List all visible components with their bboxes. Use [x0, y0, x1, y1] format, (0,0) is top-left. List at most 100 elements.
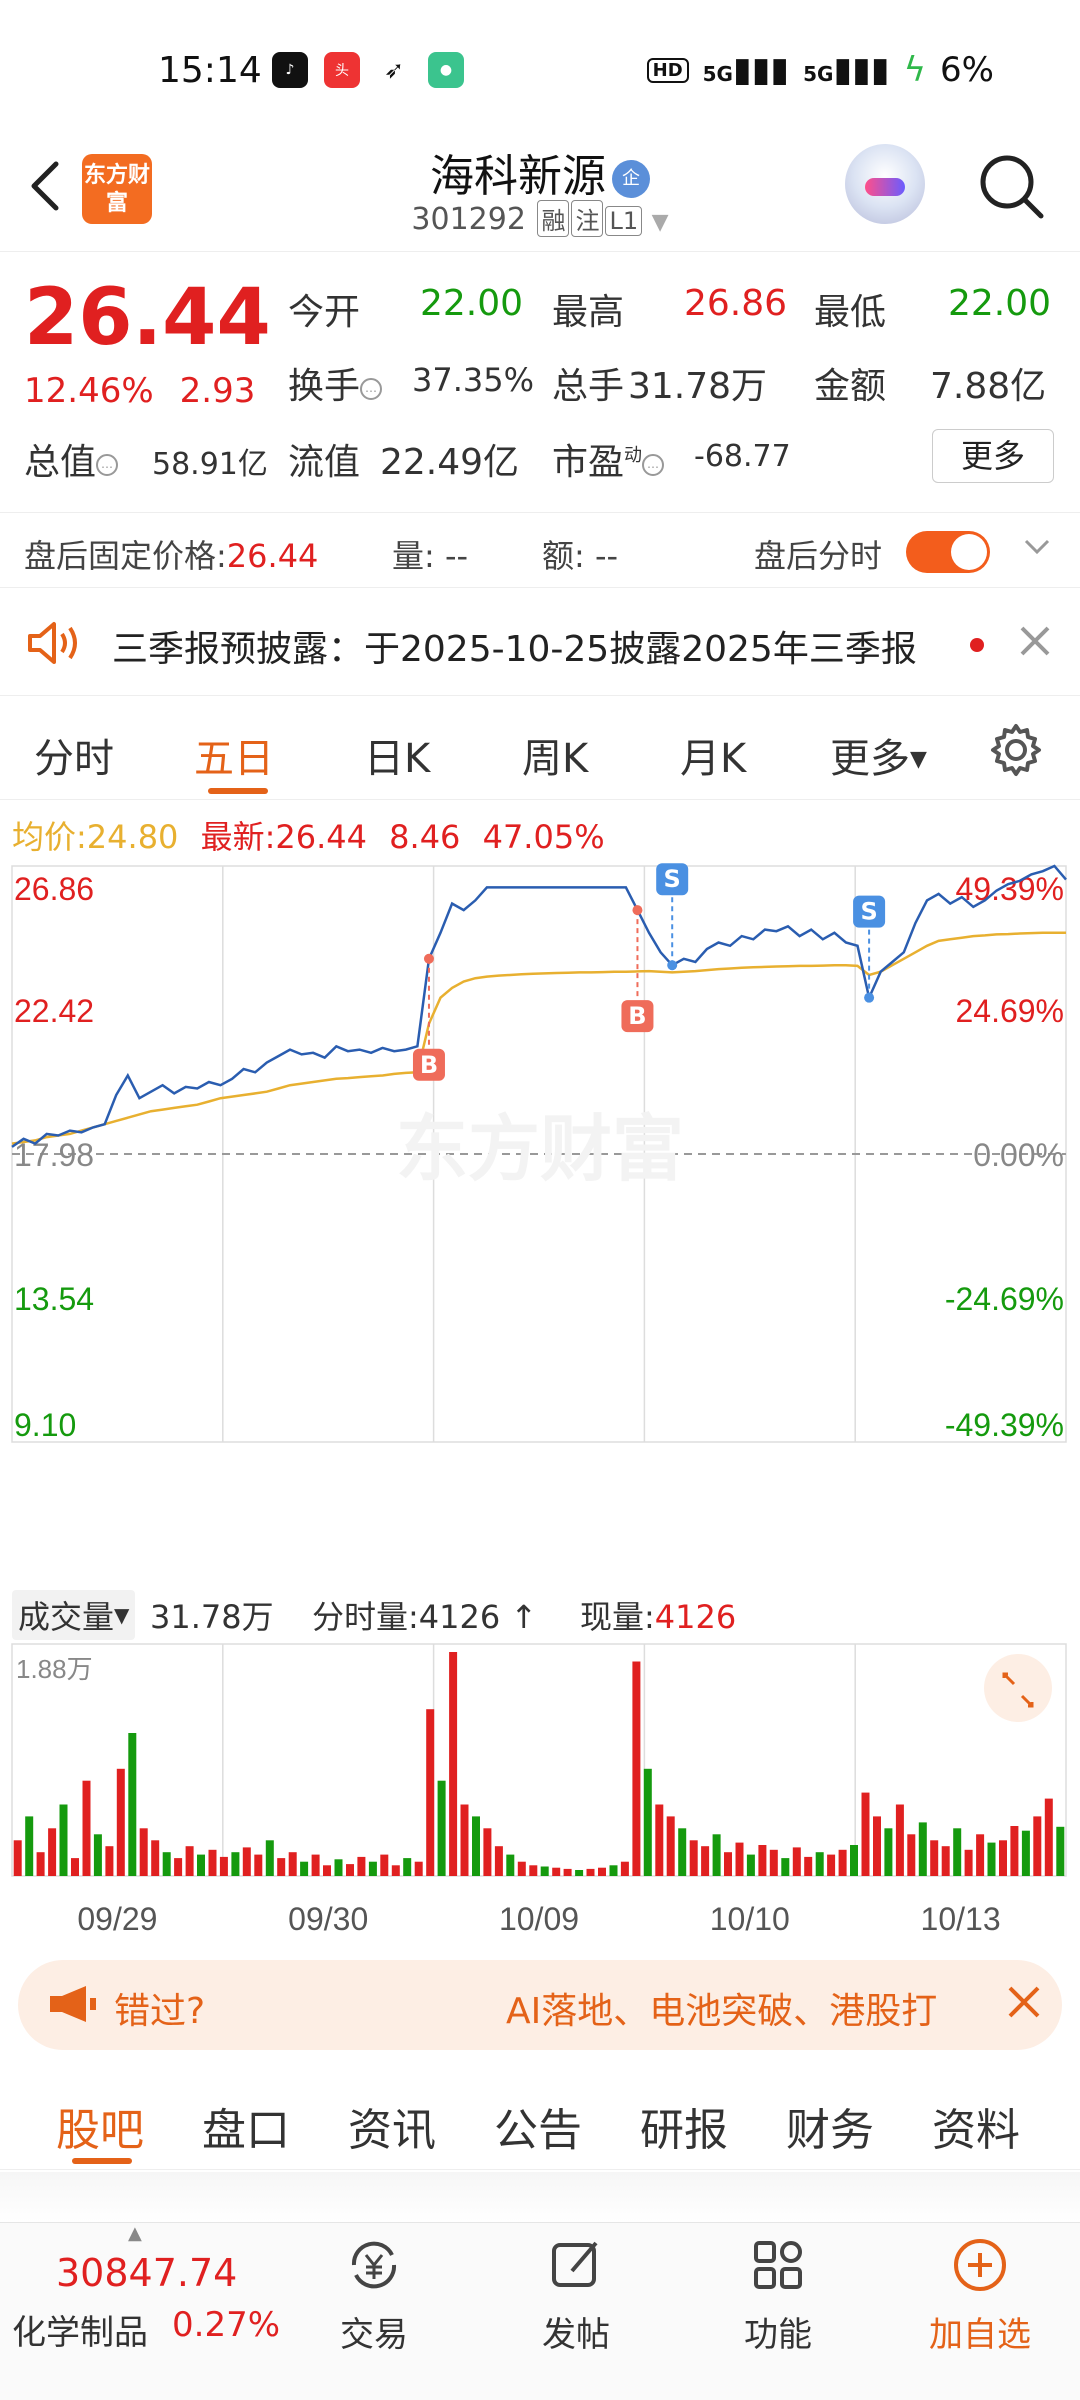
- close-icon[interactable]: [1004, 1982, 1044, 2022]
- hd-icon: HD: [646, 57, 689, 83]
- tab-announcements[interactable]: 公告: [494, 2094, 582, 2158]
- trade-marker-dot: [632, 905, 643, 916]
- volume-chart[interactable]: 1.88万 09/29 09/30 10/09 10/10 10/13: [0, 1640, 1080, 1940]
- volume-bar: [804, 1856, 813, 1876]
- active-subtab-indicator: [72, 2158, 132, 2164]
- volume-bar: [941, 1846, 950, 1876]
- nav-add-watchlist[interactable]: 加自选: [910, 2235, 1050, 2356]
- close-icon[interactable]: [1018, 624, 1052, 658]
- battery-level: 6%: [940, 50, 994, 90]
- gear-icon[interactable]: [988, 722, 1044, 778]
- volume-bar: [586, 1868, 595, 1876]
- tab-more[interactable]: 更多▼: [830, 726, 927, 784]
- sector-index-value[interactable]: 30847.74: [56, 2251, 237, 2295]
- content-tabs: 股吧 盘口 资讯 公告 研报 财务 资料: [0, 2064, 1080, 2170]
- volume-bar: [1033, 1816, 1042, 1876]
- sector-name[interactable]: 化学制品: [12, 2305, 148, 2354]
- volume-bar: [105, 1846, 114, 1876]
- volume-bar: [494, 1846, 503, 1876]
- volume-bar: [506, 1854, 515, 1876]
- volume-bar: [414, 1861, 423, 1876]
- chevron-down-icon[interactable]: [1022, 531, 1052, 561]
- volume-bar: [139, 1828, 148, 1876]
- volume-bar: [701, 1846, 710, 1876]
- volume-bar: [116, 1768, 125, 1876]
- current-price: 26.44: [24, 273, 271, 363]
- chart-tabs: 分时 五日 日K 周K 月K 更多▼: [0, 700, 1080, 800]
- float-cap-label: 流值: [288, 442, 361, 483]
- tab-monthly-k[interactable]: 月K: [680, 726, 746, 784]
- tab-research[interactable]: 研报: [640, 2094, 728, 2158]
- after-hours-toggle-label: 盘后分时: [754, 537, 883, 575]
- avg-value: 24.80: [86, 818, 179, 856]
- signal-icon-2: 5G▮▮▮: [803, 50, 890, 90]
- sector-percent: 0.27%: [172, 2305, 281, 2345]
- tab-daily-k[interactable]: 日K: [364, 726, 430, 784]
- tab-order-book[interactable]: 盘口: [202, 2094, 290, 2158]
- volume-bar: [758, 1845, 767, 1876]
- volume-header: 成交量▼ 31.78万 分时量:4126 ↑ 现量:4126: [0, 1586, 1080, 1642]
- y-right-tick: 0.00%: [973, 1137, 1064, 1173]
- volume-bar: [873, 1816, 881, 1876]
- search-icon[interactable]: [975, 150, 1047, 222]
- volume-bar: [540, 1866, 549, 1876]
- volume-bar: [357, 1856, 366, 1876]
- feather-app-icon: ➶: [376, 52, 412, 88]
- volume-bar: [208, 1849, 217, 1876]
- open-item: 今开: [288, 292, 361, 333]
- promo-text-1: 错过?: [114, 1991, 206, 2032]
- expand-icon[interactable]: [984, 1654, 1052, 1722]
- change-amount: 2.93: [179, 371, 256, 411]
- turnover-label: 换手…: [288, 357, 383, 409]
- open-value: 22.00: [420, 283, 524, 324]
- volume-bar: [884, 1828, 893, 1876]
- tab-weekly-k[interactable]: 周K: [522, 726, 588, 784]
- tab-profile[interactable]: 资料: [932, 2094, 1020, 2158]
- turnover-value: 37.35%: [412, 361, 535, 399]
- volume-bar: [953, 1828, 962, 1876]
- robot-avatar[interactable]: [845, 144, 925, 224]
- nav-functions[interactable]: 功能: [708, 2235, 848, 2356]
- after-hours-toggle[interactable]: [906, 531, 990, 573]
- after-hours-bar: 盘后固定价格:26.44 量: -- 额: -- 盘后分时: [0, 512, 1080, 588]
- tab-finance[interactable]: 财务: [786, 2094, 874, 2158]
- toutiao-app-icon: 头: [324, 52, 360, 88]
- volume-bar: [850, 1845, 858, 1876]
- y-left-tick: 13.54: [14, 1281, 94, 1317]
- nav-trade[interactable]: 交易: [304, 2235, 444, 2356]
- volume-bar: [895, 1804, 904, 1876]
- promo-banner[interactable]: 错过? AI落地、电池突破、港股打: [18, 1960, 1062, 2050]
- volume-bar: [529, 1865, 538, 1876]
- dropdown-triangle-icon: ▼: [114, 1603, 130, 1627]
- nav-post[interactable]: 发帖: [506, 2235, 646, 2356]
- price-line: [11, 864, 1067, 1148]
- volume-bar: [1044, 1798, 1053, 1876]
- volume-bar: [781, 1858, 790, 1876]
- more-button[interactable]: 更多: [932, 429, 1054, 483]
- volume-bar: [219, 1856, 228, 1876]
- volume-bar: [93, 1834, 102, 1876]
- expand-up-icon[interactable]: ▲: [128, 2223, 142, 2244]
- y-right-tick: 24.69%: [955, 993, 1064, 1029]
- tab-news[interactable]: 资讯: [348, 2094, 436, 2158]
- info-icon: …: [96, 454, 119, 476]
- after-hours-price: 盘后固定价格:26.44: [24, 537, 319, 575]
- price-chart[interactable]: 东方财富26.8622.4217.9813.549.1049.39%24.69%…: [0, 860, 1080, 1580]
- after-hours-volume: 量: --: [392, 537, 469, 575]
- trade-marker-dot: [667, 960, 678, 971]
- volume-bar: [976, 1834, 985, 1876]
- volume-bar: [242, 1847, 251, 1876]
- tab-five-day[interactable]: 五日: [194, 726, 274, 784]
- yuan-exchange-icon: [351, 2241, 397, 2289]
- volume-bar: [197, 1854, 205, 1876]
- watermark: 东方财富: [396, 1107, 684, 1191]
- y-right-tick: -24.69%: [945, 1281, 1064, 1317]
- tab-intraday[interactable]: 分时: [34, 726, 114, 784]
- volume-selector[interactable]: 成交量▼: [12, 1590, 136, 1640]
- volume-bar: [598, 1867, 606, 1876]
- volume-max-tick: 1.88万: [16, 1654, 93, 1684]
- volume-bar: [517, 1861, 526, 1876]
- tab-forum[interactable]: 股吧: [56, 2094, 144, 2158]
- status-time: 15:14: [158, 50, 262, 91]
- notice-banner[interactable]: 三季报预披露：于2025-10-25披露2025年三季报: [0, 590, 1080, 696]
